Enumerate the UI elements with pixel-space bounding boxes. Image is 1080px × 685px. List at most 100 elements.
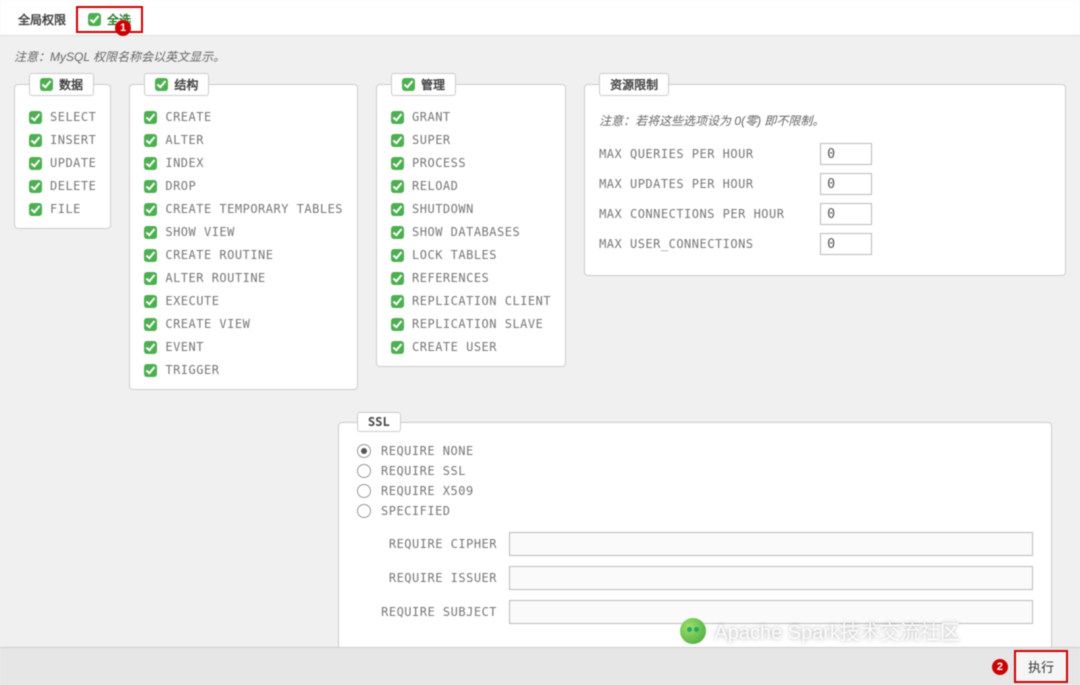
privilege-label: CREATE TEMPORARY TABLES bbox=[165, 202, 343, 216]
check-icon bbox=[391, 157, 404, 170]
group-resources: 资源限制 注意：若将这些选项设为 0(零) 即不限制。 MAX QUERIES … bbox=[584, 73, 1066, 276]
radio-icon bbox=[357, 484, 371, 498]
execute-button[interactable]: 执行 bbox=[1014, 650, 1068, 683]
privilege-label: ALTER bbox=[165, 133, 204, 147]
check-icon bbox=[144, 226, 157, 239]
check-icon bbox=[144, 180, 157, 193]
privilege-label: INSERT bbox=[50, 133, 96, 147]
ssl-field-label: REQUIRE ISSUER bbox=[357, 571, 497, 585]
privilege-checkbox[interactable]: SHOW VIEW bbox=[144, 225, 343, 239]
privilege-checkbox[interactable]: CREATE bbox=[144, 110, 343, 124]
privilege-checkbox[interactable]: SHUTDOWN bbox=[391, 202, 551, 216]
privilege-label: SUPER bbox=[412, 133, 451, 147]
privilege-label: CREATE VIEW bbox=[165, 317, 250, 331]
ssl-field-input[interactable] bbox=[509, 566, 1033, 590]
privilege-label: DROP bbox=[165, 179, 196, 193]
ssl-radio-option[interactable]: SPECIFIED bbox=[357, 504, 1033, 518]
check-icon bbox=[391, 203, 404, 216]
group-resources-legend: 资源限制 bbox=[599, 73, 669, 96]
group-admin-legend[interactable]: 管理 bbox=[391, 73, 456, 96]
check-icon bbox=[391, 249, 404, 262]
ssl-radio-option[interactable]: REQUIRE SSL bbox=[357, 464, 1033, 478]
resource-input[interactable] bbox=[820, 173, 872, 195]
privilege-checkbox[interactable]: ALTER ROUTINE bbox=[144, 271, 343, 285]
privilege-checkbox[interactable]: PROCESS bbox=[391, 156, 551, 170]
privilege-checkbox[interactable]: CREATE VIEW bbox=[144, 317, 343, 331]
privilege-checkbox[interactable]: REPLICATION CLIENT bbox=[391, 294, 551, 308]
privilege-checkbox[interactable]: RELOAD bbox=[391, 179, 551, 193]
privilege-label: ALTER ROUTINE bbox=[165, 271, 265, 285]
privilege-label: SHOW DATABASES bbox=[412, 225, 520, 239]
radio-icon bbox=[357, 504, 371, 518]
resource-label: MAX QUERIES PER HOUR bbox=[599, 147, 804, 161]
privilege-label: REPLICATION SLAVE bbox=[412, 317, 543, 331]
ssl-radio-label: REQUIRE X509 bbox=[381, 484, 474, 498]
ssl-field-input[interactable] bbox=[509, 600, 1033, 624]
check-icon bbox=[29, 203, 42, 216]
check-icon bbox=[144, 203, 157, 216]
ssl-radio-label: REQUIRE NONE bbox=[381, 444, 474, 458]
privilege-checkbox[interactable]: GRANT bbox=[391, 110, 551, 124]
check-icon bbox=[402, 78, 415, 91]
privilege-checkbox[interactable]: SHOW DATABASES bbox=[391, 225, 551, 239]
resource-input[interactable] bbox=[820, 203, 872, 225]
privilege-checkbox[interactable]: SUPER bbox=[391, 133, 551, 147]
resources-note: 注意：若将这些选项设为 0(零) 即不限制。 bbox=[599, 112, 1051, 129]
privilege-checkbox[interactable]: REFERENCES bbox=[391, 271, 551, 285]
privilege-checkbox[interactable]: UPDATE bbox=[29, 156, 96, 170]
check-icon bbox=[144, 341, 157, 354]
check-icon bbox=[40, 78, 53, 91]
ssl-text-field: REQUIRE CIPHER bbox=[357, 532, 1033, 556]
check-icon bbox=[391, 318, 404, 331]
group-data-legend[interactable]: 数据 bbox=[29, 73, 94, 96]
privilege-checkbox[interactable]: CREATE USER bbox=[391, 340, 551, 354]
ssl-field-input[interactable] bbox=[509, 532, 1033, 556]
check-icon bbox=[391, 134, 404, 147]
check-icon bbox=[144, 111, 157, 124]
privilege-checkbox[interactable]: REPLICATION SLAVE bbox=[391, 317, 551, 331]
check-icon bbox=[155, 78, 168, 91]
ssl-radio-option[interactable]: REQUIRE X509 bbox=[357, 484, 1033, 498]
privilege-checkbox[interactable]: EXECUTE bbox=[144, 294, 343, 308]
select-all-checkbox[interactable]: 全选 bbox=[76, 6, 143, 33]
ssl-text-field: REQUIRE SUBJECT bbox=[357, 600, 1033, 624]
privilege-checkbox[interactable]: FILE bbox=[29, 202, 96, 216]
privilege-checkbox[interactable]: CREATE ROUTINE bbox=[144, 248, 343, 262]
resource-field: MAX UPDATES PER HOUR bbox=[599, 173, 1051, 195]
resource-field: MAX USER_CONNECTIONS bbox=[599, 233, 1051, 255]
privilege-label: REFERENCES bbox=[412, 271, 489, 285]
privilege-checkbox[interactable]: LOCK TABLES bbox=[391, 248, 551, 262]
privilege-checkbox[interactable]: TRIGGER bbox=[144, 363, 343, 377]
check-icon bbox=[391, 295, 404, 308]
privilege-checkbox[interactable]: EVENT bbox=[144, 340, 343, 354]
check-icon bbox=[391, 111, 404, 124]
group-data: 数据 SELECT INSERT UPDATE DELETE FILE bbox=[14, 73, 111, 229]
resource-label: MAX CONNECTIONS PER HOUR bbox=[599, 207, 804, 221]
check-icon bbox=[391, 341, 404, 354]
resource-input[interactable] bbox=[820, 233, 872, 255]
group-admin-title: 管理 bbox=[421, 76, 445, 93]
privilege-checkbox[interactable]: SELECT bbox=[29, 110, 96, 124]
privilege-label: SHOW VIEW bbox=[165, 225, 235, 239]
privilege-label: SELECT bbox=[50, 110, 96, 124]
privileges-note: 注意：MySQL 权限名称会以英文显示。 bbox=[0, 36, 1080, 73]
ssl-radio-label: SPECIFIED bbox=[381, 504, 451, 518]
resource-label: MAX UPDATES PER HOUR bbox=[599, 177, 804, 191]
ssl-radio-option[interactable]: REQUIRE NONE bbox=[357, 444, 1033, 458]
resource-input[interactable] bbox=[820, 143, 872, 165]
privilege-checkbox[interactable]: CREATE TEMPORARY TABLES bbox=[144, 202, 343, 216]
annotation-marker-1: 1 bbox=[115, 20, 131, 36]
check-icon bbox=[144, 364, 157, 377]
group-structure-legend[interactable]: 结构 bbox=[144, 73, 209, 96]
group-ssl-legend: SSL bbox=[357, 412, 401, 432]
group-data-title: 数据 bbox=[59, 76, 83, 93]
privilege-label: INDEX bbox=[165, 156, 204, 170]
privilege-label: RELOAD bbox=[412, 179, 458, 193]
privilege-checkbox[interactable]: DELETE bbox=[29, 179, 96, 193]
group-ssl: SSL REQUIRE NONE REQUIRE SSL REQUIRE X509 S… bbox=[338, 412, 1052, 653]
privilege-checkbox[interactable]: ALTER bbox=[144, 133, 343, 147]
privilege-checkbox[interactable]: INSERT bbox=[29, 133, 96, 147]
privilege-checkbox[interactable]: INDEX bbox=[144, 156, 343, 170]
ssl-radio-label: REQUIRE SSL bbox=[381, 464, 466, 478]
privilege-checkbox[interactable]: DROP bbox=[144, 179, 343, 193]
